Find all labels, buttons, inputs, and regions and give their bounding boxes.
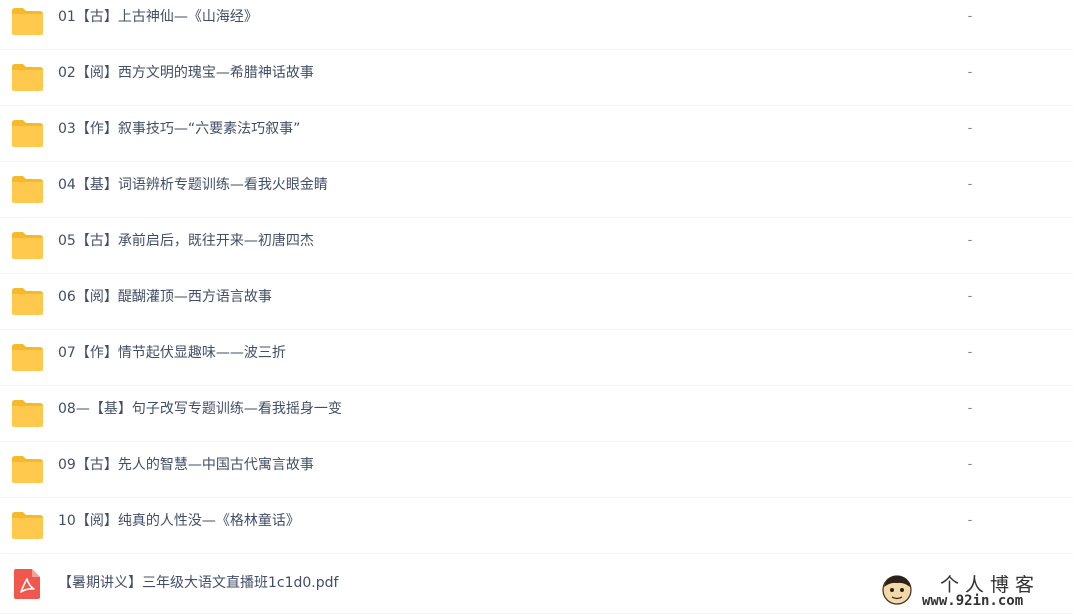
- cartoon-avatar-icon: [882, 575, 912, 605]
- file-row-10[interactable]: 10【阅】纯真的人性没—《格林童话》 -: [0, 498, 1073, 554]
- file-name[interactable]: 05【古】承前启后，既往开来—初唐四杰: [58, 218, 314, 274]
- file-name[interactable]: 04【基】词语辨析专题训练—看我火眼金睛: [58, 162, 328, 218]
- folder-icon: [12, 344, 43, 371]
- file-row-2[interactable]: 02【阅】西方文明的瑰宝—希腊神话故事 -: [0, 50, 1073, 106]
- pdf-icon: [14, 569, 40, 599]
- folder-icon: [12, 64, 43, 91]
- file-row-8[interactable]: 08—【基】句子改写专题训练—看我摇身一变 -: [0, 386, 1073, 442]
- folder-icon: [12, 512, 43, 539]
- file-name[interactable]: 09【古】先人的智慧—中国古代寓言故事: [58, 442, 314, 498]
- file-list: 01【古】上古神仙—《山海经》 - 02【阅】西方文明的瑰宝—希腊神话故事 - …: [0, 0, 1073, 614]
- folder-icon: [12, 176, 43, 203]
- file-size: -: [967, 121, 973, 136]
- file-size: -: [967, 9, 973, 24]
- file-name[interactable]: 02【阅】西方文明的瑰宝—希腊神话故事: [58, 50, 314, 106]
- file-size: -: [967, 233, 973, 248]
- folder-icon: [12, 232, 43, 259]
- file-row-1[interactable]: 01【古】上古神仙—《山海经》 -: [0, 0, 1073, 50]
- file-size: -: [967, 65, 973, 80]
- file-size: -: [967, 513, 973, 528]
- file-size: -: [967, 401, 973, 416]
- file-name[interactable]: 03【作】叙事技巧—“六要素法巧叙事”: [58, 106, 300, 162]
- file-size: -: [967, 177, 973, 192]
- file-row-4[interactable]: 04【基】词语辨析专题训练—看我火眼金睛 -: [0, 162, 1073, 218]
- folder-icon: [12, 456, 43, 483]
- file-row-7[interactable]: 07【作】情节起伏显趣味——波三折 -: [0, 330, 1073, 386]
- file-row-5[interactable]: 05【古】承前启后，既往开来—初唐四杰 -: [0, 218, 1073, 274]
- file-name[interactable]: 08—【基】句子改写专题训练—看我摇身一变: [58, 386, 342, 442]
- file-name[interactable]: 01【古】上古神仙—《山海经》: [58, 0, 258, 50]
- file-name[interactable]: 10【阅】纯真的人性没—《格林童话》: [58, 498, 300, 554]
- blog-watermark: 个人博客 www.92in.com: [878, 568, 1068, 612]
- file-row-6[interactable]: 06【阅】醍醐灌顶—西方语言故事 -: [0, 274, 1073, 330]
- file-row-3[interactable]: 03【作】叙事技巧—“六要素法巧叙事” -: [0, 106, 1073, 162]
- file-name[interactable]: 【暑期讲义】三年级大语文直播班1c1d0.pdf: [58, 555, 338, 611]
- file-row-9[interactable]: 09【古】先人的智慧—中国古代寓言故事 -: [0, 442, 1073, 498]
- file-size: -: [967, 345, 973, 360]
- folder-icon: [12, 120, 43, 147]
- file-name[interactable]: 07【作】情节起伏显趣味——波三折: [58, 330, 286, 386]
- folder-icon: [12, 288, 43, 315]
- file-size: -: [967, 457, 973, 472]
- file-name[interactable]: 06【阅】醍醐灌顶—西方语言故事: [58, 274, 272, 330]
- watermark-url: www.92in.com: [922, 593, 1024, 609]
- file-size: -: [967, 289, 973, 304]
- folder-icon: [12, 8, 43, 35]
- folder-icon: [12, 400, 43, 427]
